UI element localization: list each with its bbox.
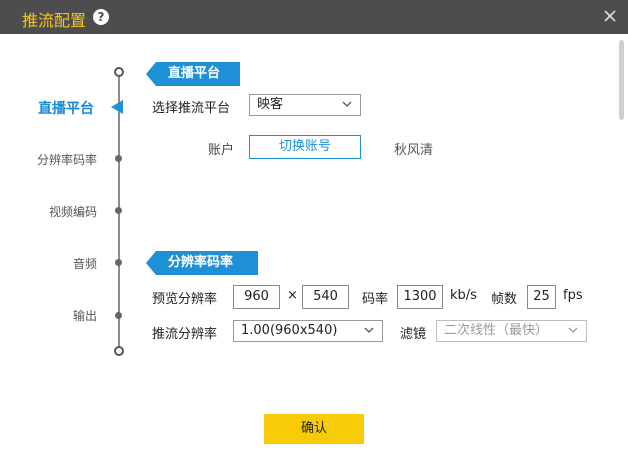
stream-resolution-value: 1.00(960x540): [241, 323, 338, 338]
section-header-resolution: 分辨率码率: [146, 251, 258, 275]
bitrate-input[interactable]: 1300: [397, 285, 443, 309]
timeline-node-video[interactable]: [115, 207, 122, 214]
chevron-down-icon: [364, 327, 374, 333]
scrollbar-thumb[interactable]: [619, 40, 624, 120]
section-header-platform: 直播平台: [146, 62, 240, 86]
timeline-node-audio[interactable]: [115, 259, 122, 266]
confirm-button[interactable]: 确认: [264, 414, 364, 444]
filter-label: 滤镜: [400, 327, 427, 342]
filter-value: 二次线性（最快）: [444, 323, 549, 338]
sidebar-item-platform[interactable]: 直播平台: [38, 98, 94, 118]
timeline-end-node: [114, 346, 124, 356]
fps-unit: fps: [563, 288, 583, 303]
sidebar-item-output[interactable]: 输出: [73, 307, 97, 324]
account-name: 秋风清: [394, 143, 434, 158]
sidebar-item-video[interactable]: 视频编码: [49, 203, 97, 220]
preview-width-input[interactable]: 960: [233, 285, 280, 309]
filter-select[interactable]: 二次线性（最快）: [436, 320, 587, 342]
platform-select-value: 映客: [257, 97, 284, 112]
timeline-start-node: [114, 67, 124, 77]
sidebar-item-audio[interactable]: 音频: [73, 255, 97, 272]
platform-select-label: 选择推流平台: [152, 101, 231, 116]
timeline-active-marker: [111, 100, 123, 114]
platform-select[interactable]: 映客: [249, 94, 361, 116]
scrollbar[interactable]: [617, 34, 628, 464]
times-sign: ×: [287, 288, 298, 303]
chevron-down-icon: [568, 327, 578, 333]
preview-resolution-label: 预览分辨率: [152, 292, 218, 307]
chevron-down-icon: [342, 101, 352, 107]
title-bar: 推流配置 ?: [0, 0, 628, 34]
stream-resolution-select[interactable]: 1.00(960x540): [233, 320, 383, 342]
account-label: 账户: [208, 143, 235, 158]
timeline-node-output[interactable]: [115, 312, 122, 319]
fps-input[interactable]: 25: [527, 285, 556, 309]
help-icon[interactable]: ?: [93, 9, 109, 25]
switch-account-button[interactable]: 切换账号: [249, 135, 361, 159]
bitrate-label: 码率: [362, 292, 389, 307]
preview-height-input[interactable]: 540: [302, 285, 349, 309]
fps-label: 帧数: [491, 292, 518, 307]
stream-resolution-label: 推流分辨率: [152, 327, 218, 342]
window-title: 推流配置: [22, 11, 87, 30]
timeline-node-resolution[interactable]: [115, 155, 122, 162]
sidebar-item-resolution[interactable]: 分辨率码率: [37, 151, 97, 168]
close-icon[interactable]: [603, 9, 617, 23]
bitrate-unit: kb/s: [450, 288, 477, 303]
